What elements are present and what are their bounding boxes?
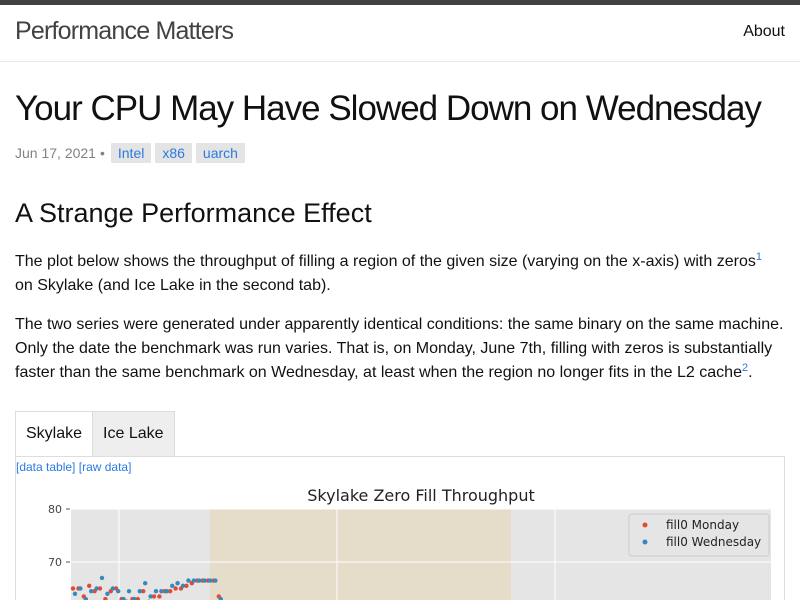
paragraph-2-end: . bbox=[748, 364, 753, 381]
chart-panel: [data table] [raw data] Skylake Zero Fil… bbox=[15, 456, 785, 600]
point-wednesday-1 bbox=[78, 586, 83, 591]
point-wednesday-22 bbox=[191, 578, 196, 583]
point-wednesday-19 bbox=[175, 581, 180, 586]
site-header: Performance Matters About bbox=[0, 5, 800, 62]
l2-cache-region bbox=[210, 509, 511, 600]
legend-marker-1 bbox=[642, 539, 648, 545]
point-wednesday-14 bbox=[148, 594, 153, 599]
point-wednesday-5 bbox=[99, 575, 105, 581]
tag-x86[interactable]: x86 bbox=[155, 143, 192, 163]
section-heading: A Strange Performance Effect bbox=[15, 198, 372, 228]
paragraph-1-text: The plot below shows the throughput of f… bbox=[15, 253, 756, 270]
point-monday-0 bbox=[70, 586, 76, 591]
point-wednesday-12 bbox=[137, 588, 142, 594]
paragraph-1: The plot below shows the throughput of f… bbox=[15, 250, 790, 298]
point-monday-16 bbox=[157, 594, 162, 599]
paragraph-2-text: The two series were generated under appa… bbox=[15, 316, 784, 381]
point-wednesday-26 bbox=[213, 578, 218, 583]
post-meta: Jun 17, 2021 • Intel x86 uarch bbox=[15, 142, 249, 164]
y-tick-label-0: 70 bbox=[48, 556, 62, 569]
point-wednesday-8 bbox=[116, 588, 121, 594]
tab-ice-lake[interactable]: Ice Lake bbox=[93, 411, 175, 457]
site-title-link[interactable]: Performance Matters bbox=[15, 17, 234, 46]
point-wednesday-21 bbox=[186, 578, 191, 583]
throughput-chart: Skylake Zero Fill Throughput 70 80 fill0 Mo… bbox=[48, 486, 771, 600]
footnote-1-link[interactable]: 1 bbox=[756, 251, 762, 263]
post-title: Your CPU May Have Slowed Down on Wednesd… bbox=[15, 89, 762, 128]
y-tick-label-1: 80 bbox=[48, 503, 62, 516]
point-wednesday-13 bbox=[143, 581, 148, 586]
point-wednesday-10 bbox=[126, 588, 132, 594]
point-wednesday-17 bbox=[164, 588, 169, 594]
meta-separator: • bbox=[99, 145, 105, 161]
paragraph-2: The two series were generated under appa… bbox=[15, 313, 790, 385]
point-wednesday-6 bbox=[105, 591, 110, 596]
point-wednesday-18 bbox=[170, 583, 175, 589]
point-wednesday-3 bbox=[89, 588, 94, 594]
legend-label-0: fill0 Monday bbox=[666, 518, 739, 532]
point-wednesday-16 bbox=[159, 588, 164, 594]
point-wednesday-4 bbox=[94, 586, 99, 591]
legend-label-1: fill0 Wednesday bbox=[666, 535, 761, 549]
tag-intel[interactable]: Intel bbox=[110, 143, 152, 163]
nav-about-link[interactable]: About bbox=[743, 23, 785, 41]
paragraph-1-text-2: on Skylake (and Ice Lake in the second t… bbox=[15, 277, 331, 294]
point-wednesday-20 bbox=[180, 583, 186, 589]
point-wednesday-25 bbox=[207, 578, 213, 583]
point-wednesday-0 bbox=[72, 591, 78, 596]
chart-title: Skylake Zero Fill Throughput bbox=[307, 486, 535, 505]
point-wednesday-7 bbox=[110, 586, 116, 591]
tag-uarch[interactable]: uarch bbox=[195, 143, 245, 163]
legend-marker-0 bbox=[642, 522, 648, 528]
point-monday-3 bbox=[87, 583, 92, 589]
point-wednesday-15 bbox=[153, 588, 159, 594]
point-wednesday-23 bbox=[197, 578, 202, 583]
cpu-tabs: Skylake Ice Lake bbox=[15, 411, 175, 457]
point-wednesday-24 bbox=[202, 578, 207, 583]
post-date: Jun 17, 2021 bbox=[15, 145, 96, 161]
tab-skylake[interactable]: Skylake bbox=[15, 411, 94, 457]
